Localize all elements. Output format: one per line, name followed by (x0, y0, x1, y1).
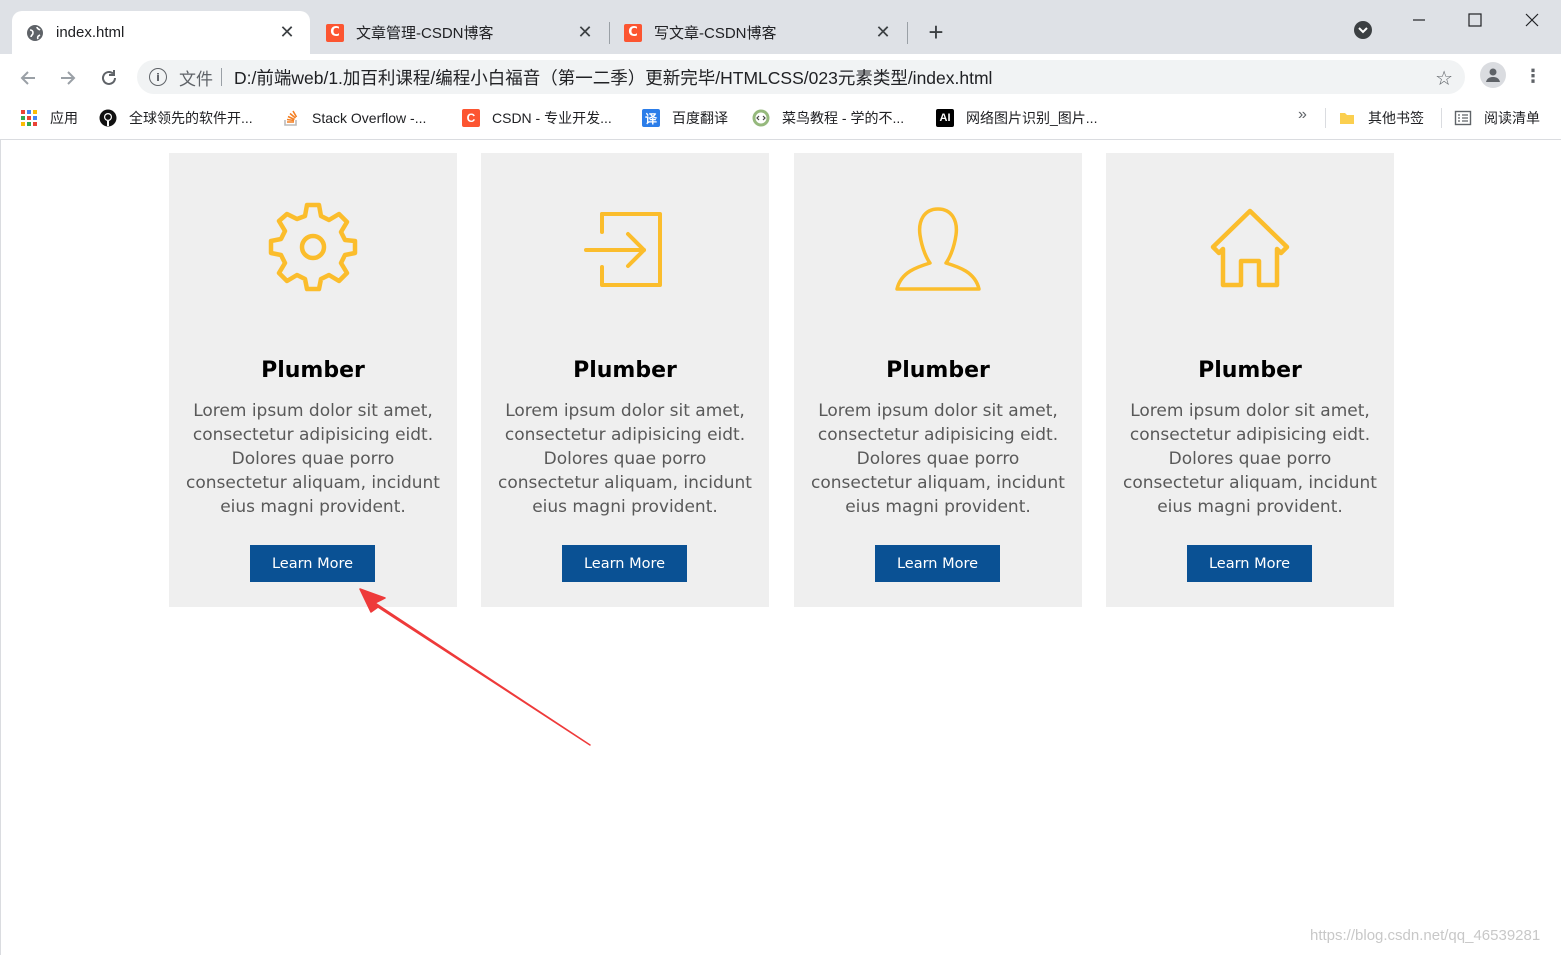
new-tab-button[interactable]: + (922, 18, 950, 46)
runoob-icon (752, 109, 770, 127)
reading-list-icon (1454, 109, 1472, 127)
home-icon (1210, 208, 1290, 288)
card-title: Plumber (886, 358, 990, 383)
reload-icon[interactable] (95, 64, 123, 92)
service-card: Plumber Lorem ipsum dolor sit amet, cons… (169, 153, 457, 607)
bookmark-csdn[interactable]: C CSDN - 专业开发... (462, 108, 612, 128)
close-tab-icon[interactable]: ✕ (576, 22, 594, 43)
bookmark-baidu-translate[interactable]: 译 百度翻译 (642, 108, 728, 128)
bookmark-image-recognition[interactable]: AI 网络图片识别_图片... (936, 108, 1097, 128)
bookmark-label: 其他书签 (1368, 110, 1424, 126)
bookmark-github[interactable]: 全球领先的软件开... (99, 108, 253, 128)
maximize-icon[interactable] (1460, 6, 1490, 34)
info-icon[interactable]: i (149, 68, 167, 86)
folder-icon (1338, 109, 1356, 127)
tab-divider (907, 22, 908, 44)
card-text: Lorem ipsum dolor sit amet, consectetur … (811, 401, 1065, 517)
bookmarks-divider (1325, 108, 1326, 128)
bookmark-runoob[interactable]: 菜鸟教程 - 学的不... (752, 108, 904, 128)
tab-write-article[interactable]: C 写文章-CSDN博客 ✕ (610, 11, 906, 54)
bookmark-stackoverflow[interactable]: Stack Overflow -... (282, 108, 426, 128)
tab-label: index.html (56, 24, 125, 41)
sign-in-icon (584, 212, 662, 287)
github-icon (99, 109, 117, 127)
bookmark-label: 百度翻译 (672, 110, 728, 126)
bookmark-label: 应用 (50, 110, 78, 126)
tab-label: 写文章-CSDN博客 (654, 25, 777, 42)
service-card: Plumber Lorem ipsum dolor sit amet, cons… (1106, 153, 1394, 607)
bookmark-label: 全球领先的软件开... (129, 110, 253, 126)
address-divider (221, 68, 222, 86)
menu-kebab-icon[interactable]: ⋮ (1523, 64, 1543, 88)
bookmark-apps[interactable]: 应用 (20, 108, 78, 128)
forward-icon[interactable] (54, 64, 82, 92)
card-text: Lorem ipsum dolor sit amet, consectetur … (1123, 401, 1377, 517)
card-title: Plumber (573, 358, 677, 383)
tab-label: 文章管理-CSDN博客 (356, 25, 494, 42)
learn-more-button[interactable]: Learn More (562, 545, 687, 582)
bookmark-label: Stack Overflow -... (312, 110, 427, 126)
star-icon[interactable]: ☆ (1435, 66, 1453, 91)
card-title: Plumber (1198, 358, 1302, 383)
close-tab-icon[interactable]: ✕ (874, 22, 892, 43)
tab-search-button[interactable] (1348, 20, 1378, 48)
ai-icon: AI (936, 109, 954, 127)
address-bar[interactable]: i 文件 D:/前端web/1.加百利课程/编程小白福音（第一二季）更新完毕/H… (137, 60, 1465, 94)
apps-grid-icon (20, 109, 38, 127)
tab-index-html[interactable]: index.html ✕ (12, 11, 310, 54)
bookmarks-overflow-button[interactable]: » (1298, 106, 1307, 124)
stackoverflow-icon (282, 109, 300, 127)
learn-more-button[interactable]: Learn More (875, 545, 1000, 582)
bookmark-label: 菜鸟教程 - 学的不... (782, 110, 905, 126)
globe-icon (26, 24, 44, 42)
browser-chrome: index.html ✕ C 文章管理-CSDN博客 ✕ C 写文章-CSDN博… (0, 0, 1561, 140)
close-window-icon[interactable] (1517, 6, 1547, 34)
card-title: Plumber (261, 358, 365, 383)
learn-more-button[interactable]: Learn More (1187, 545, 1312, 582)
gear-icon (268, 202, 358, 292)
navigation-toolbar: i 文件 D:/前端web/1.加百利课程/编程小白福音（第一二季）更新完毕/H… (0, 54, 1561, 100)
minimize-icon[interactable] (1404, 6, 1434, 34)
bookmarks-bar: 应用 全球领先的软件开... Stack Overflow -... C CSD… (0, 100, 1561, 140)
csdn-icon: C (326, 23, 344, 42)
scheme-label: 文件 (179, 69, 213, 89)
service-card: Plumber Lorem ipsum dolor sit amet, cons… (481, 153, 769, 607)
page-viewport: Plumber Lorem ipsum dolor sit amet, cons… (0, 140, 1561, 955)
close-tab-icon[interactable]: ✕ (278, 22, 296, 43)
card-text: Lorem ipsum dolor sit amet, consectetur … (186, 401, 440, 517)
learn-more-button[interactable]: Learn More (250, 545, 375, 582)
bookmark-other[interactable]: 其他书签 (1338, 108, 1424, 128)
bookmark-label: CSDN - 专业开发... (492, 110, 612, 126)
baidu-translate-icon: 译 (642, 109, 660, 127)
bookmark-label: 阅读清单 (1484, 110, 1540, 126)
csdn-icon: C (462, 109, 480, 127)
url-text[interactable]: D:/前端web/1.加百利课程/编程小白福音（第一二季）更新完毕/HTMLCS… (234, 65, 992, 90)
user-icon (895, 207, 981, 291)
watermark: https://blog.csdn.net/qq_46539281 (1310, 927, 1541, 944)
card-text: Lorem ipsum dolor sit amet, consectetur … (498, 401, 752, 517)
csdn-icon: C (624, 23, 642, 42)
bookmark-reading-list[interactable]: 阅读清单 (1454, 108, 1540, 128)
profile-avatar-icon[interactable] (1480, 62, 1506, 88)
tab-strip: index.html ✕ C 文章管理-CSDN博客 ✕ C 写文章-CSDN博… (0, 0, 1561, 54)
bookmarks-divider (1441, 108, 1442, 128)
service-card: Plumber Lorem ipsum dolor sit amet, cons… (794, 153, 1082, 607)
bookmark-label: 网络图片识别_图片... (966, 110, 1098, 126)
tab-article-management[interactable]: C 文章管理-CSDN博客 ✕ (312, 11, 608, 54)
back-icon[interactable] (14, 64, 42, 92)
